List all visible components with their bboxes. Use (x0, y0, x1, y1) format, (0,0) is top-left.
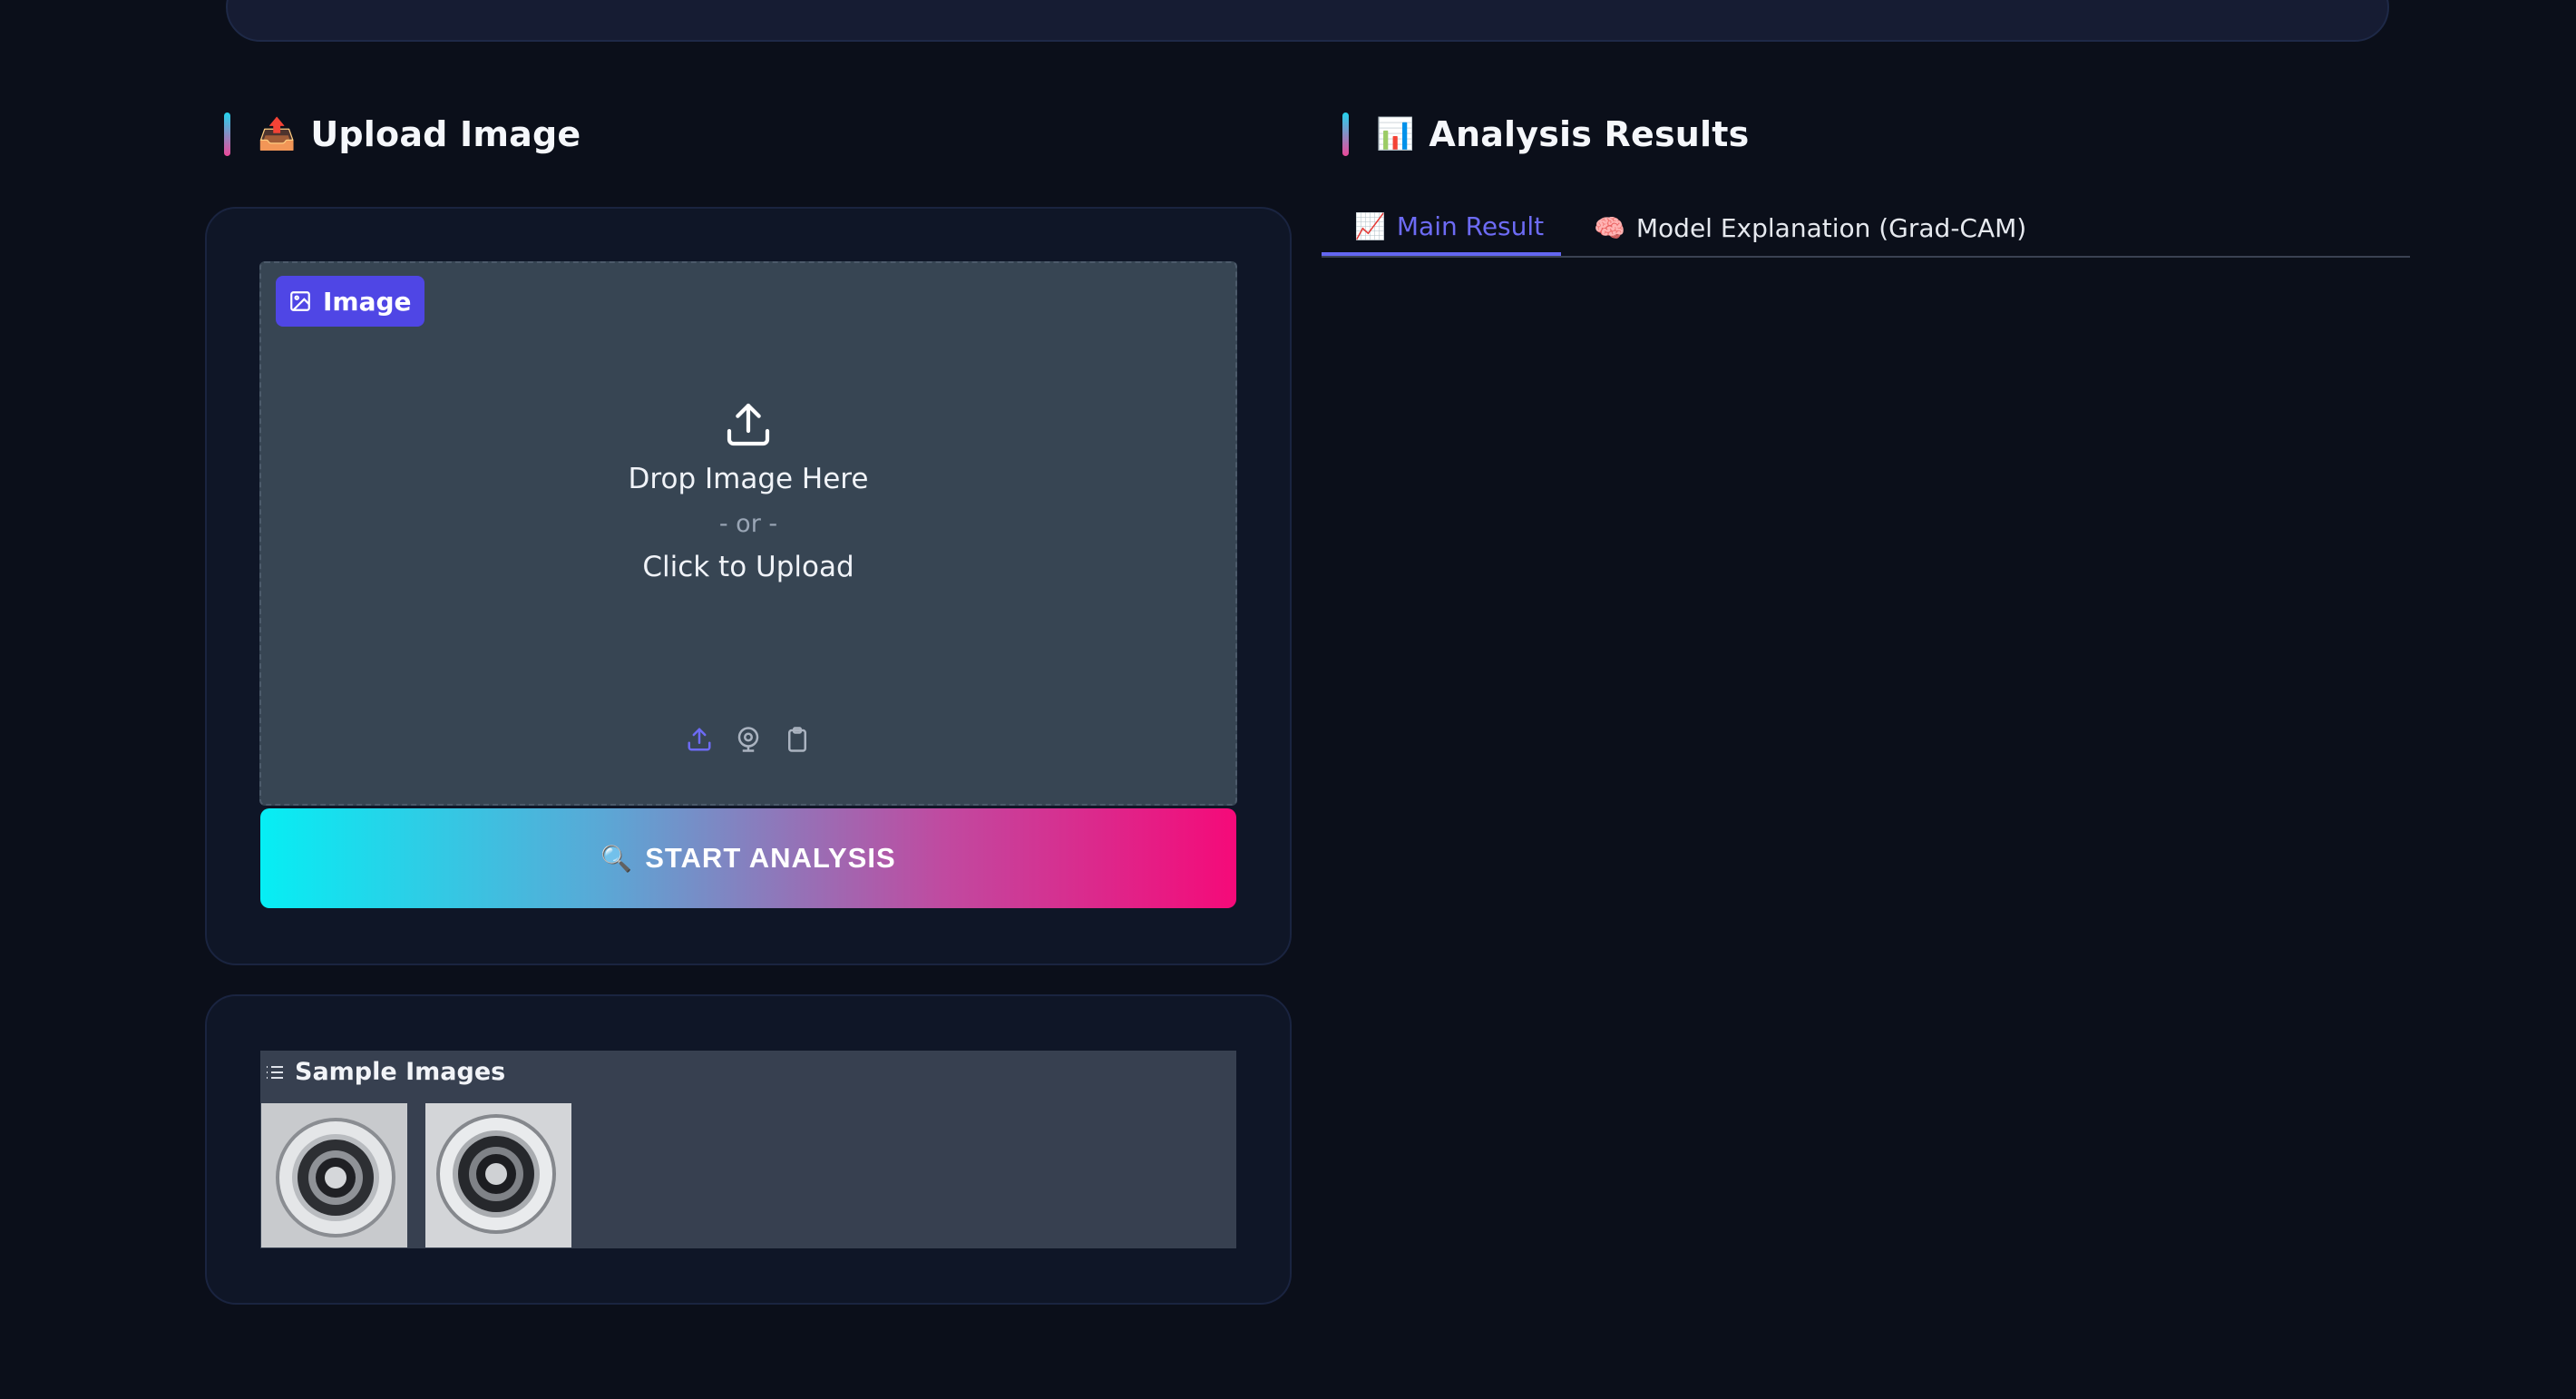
chart-increasing-icon: 📈 (1354, 210, 1386, 241)
clipboard-source-button[interactable] (782, 724, 813, 755)
clipboard-icon (788, 727, 806, 752)
list-icon (267, 1065, 283, 1079)
image-label-badge: Image (276, 276, 424, 327)
samples-header: Sample Images (264, 1058, 505, 1086)
or-text: - or - (718, 510, 778, 538)
results-section-header: 📊 Analysis Results (1342, 107, 1749, 161)
results-section-title: Analysis Results (1429, 114, 1750, 154)
brain-icon: 🧠 (1594, 212, 1625, 243)
accent-bar (1342, 113, 1349, 156)
bar-chart-icon: 📊 (1376, 116, 1415, 152)
tab-model-explanation[interactable]: 🧠 Model Explanation (Grad-CAM) (1594, 200, 2026, 256)
sample-image-1[interactable] (261, 1103, 407, 1247)
tab-main-result[interactable]: 📈 Main Result (1322, 200, 1561, 256)
results-tabs: 📈 Main Result 🧠 Model Explanation (Grad-… (1322, 200, 2410, 258)
bearing-image (261, 1103, 407, 1247)
tab-model-explanation-label: Model Explanation (Grad-CAM) (1635, 212, 2027, 243)
samples-title: Sample Images (295, 1058, 506, 1086)
upload-section-header: 📤 Upload Image (224, 107, 581, 161)
accent-bar (224, 113, 230, 156)
results-content (1322, 272, 2410, 1270)
image-icon (290, 291, 310, 311)
sample-images: Sample Images (260, 1051, 1236, 1248)
click-to-upload-text: Click to Upload (642, 551, 854, 583)
upload-section-title: Upload Image (310, 114, 581, 154)
drop-text: Drop Image Here (628, 463, 869, 495)
inbox-tray-icon: 📤 (258, 116, 297, 152)
upload-icon (688, 728, 711, 751)
magnifier-icon: 🔍 (600, 844, 633, 873)
source-selector (261, 724, 1235, 755)
image-dropzone[interactable]: Image Drop Image Here - or - Click to Up… (259, 261, 1237, 806)
sample-image-2[interactable] (425, 1103, 571, 1247)
upload-source-button[interactable] (684, 724, 715, 755)
app-window: 📤 Upload Image 📊 Analysis Results Image … (4, 0, 2572, 1399)
webcam-source-button[interactable] (733, 724, 764, 755)
top-card (226, 0, 2389, 42)
start-analysis-button[interactable]: 🔍 START ANALYSIS (260, 808, 1236, 908)
dropzone-prompt: Drop Image Here - or - Click to Upload (261, 399, 1235, 583)
bearing-image (425, 1103, 571, 1247)
image-label: Image (323, 286, 412, 317)
webcam-icon (737, 727, 759, 752)
tab-main-result-label: Main Result (1396, 210, 1545, 241)
start-analysis-label: START ANALYSIS (645, 842, 896, 874)
upload-icon (727, 403, 770, 446)
